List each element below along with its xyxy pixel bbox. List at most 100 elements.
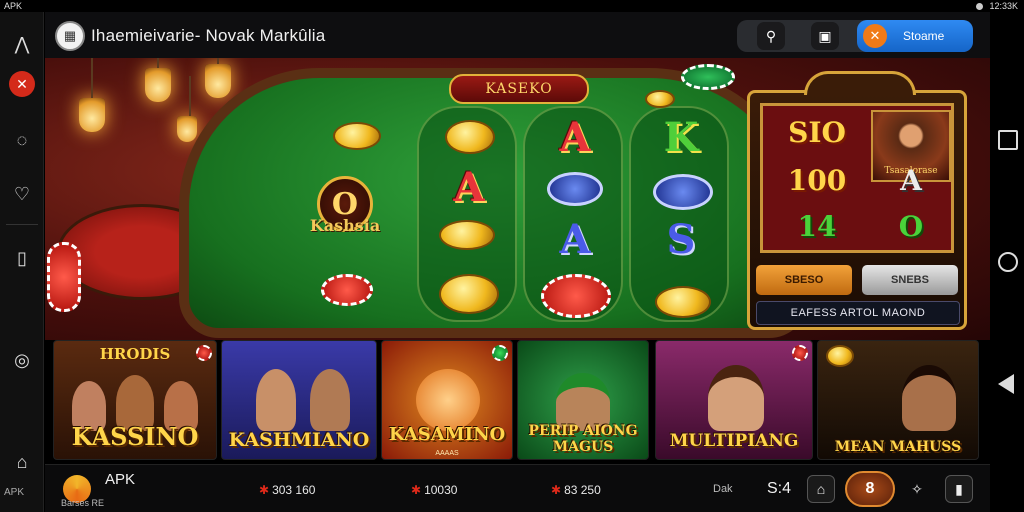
casino-logo-word: Kashsia (309, 216, 381, 235)
grid-icon[interactable]: ▣ (811, 22, 839, 50)
navigation-icon[interactable]: ⋀ (6, 28, 38, 60)
bottom-bar: APK Barses RE ✱ 303 160 ✱ 10030 ✱ 83 250 Da… (45, 464, 990, 512)
reel-column: A A (523, 106, 623, 322)
status-time: 12:33K (989, 1, 1018, 11)
heart-icon[interactable]: ♡ (6, 178, 38, 210)
coin-icon (439, 274, 499, 314)
app-window: ▦ Ihaemieivarie- Novak Markûlia ⚲ ▣ ✕ St… (45, 12, 990, 512)
battery-icon (976, 2, 984, 10)
left-rail: ⋀ ✕ ◌ ♡ ▯ ◎ ⌂ APK (0, 12, 44, 512)
casino-logo: O Kashsia (295, 176, 395, 250)
star-icon: ✱ (411, 483, 422, 497)
rail-apk-label: APK (4, 487, 25, 498)
slot-window: SIO Tsasalorase 100 A 14 O (760, 103, 954, 253)
chip-icon (792, 345, 808, 361)
gift-icon: ✕ (863, 24, 887, 48)
chip-icon (492, 345, 508, 361)
primary-action-button[interactable]: ✕ Stoame (857, 20, 973, 52)
chip-icon (196, 345, 212, 361)
game-card[interactable]: MEAN MAHUSS (817, 340, 979, 460)
game-card-title: PERIP AIONG MAGUS (528, 423, 638, 455)
primary-action-label: Stoame (903, 29, 945, 43)
search-icon[interactable]: ⚲ (757, 22, 785, 50)
chip-icon (541, 274, 611, 318)
reel-symbol: A (453, 164, 485, 211)
record-button[interactable]: ✕ (6, 68, 38, 100)
red-chip-icon (321, 274, 373, 306)
stat-value: 83 250 (564, 483, 601, 497)
header-actions: ⚲ ▣ ✕ Stoame (737, 20, 973, 52)
stat-item: ✱ 303 160 (259, 483, 315, 497)
reel-symbol: A (559, 114, 591, 161)
lamp-icon (205, 58, 231, 98)
stat-value: 303 160 (272, 483, 316, 497)
brand-subtitle: Barses RE (61, 498, 105, 508)
profile-icon[interactable]: ▮ (945, 475, 973, 503)
cheese-icon (439, 220, 495, 250)
star-icon: ✱ (551, 483, 562, 497)
stat-item: ✱ 10030 (411, 483, 457, 497)
chip-stack (47, 242, 81, 312)
slot-cell: O (898, 210, 924, 243)
coin-icon (655, 286, 711, 318)
status-icons: 12:33K (976, 0, 1018, 12)
gift-icon[interactable]: ✧ (903, 475, 931, 503)
home-circle-icon[interactable] (998, 252, 1018, 272)
game-card[interactable]: MULTIPIANG (655, 340, 813, 460)
game-card-top-title: HRODIS (99, 345, 171, 363)
rotate-icon[interactable]: ◎ (6, 344, 38, 376)
coin-icon (445, 120, 495, 154)
slot-machine-panel[interactable]: SIO Tsasalorase 100 A 14 O SBESO SNEBS E… (747, 71, 967, 330)
reel-column: A (417, 106, 517, 322)
main-game-button[interactable]: 8 (845, 471, 895, 507)
star-icon: ✱ (259, 483, 270, 497)
rail-divider (6, 224, 38, 225)
status-bar: APK 12:33K (0, 0, 1024, 12)
eye-icon (547, 172, 603, 206)
person-avatar (902, 365, 956, 431)
casino-hero-banner[interactable]: KASEKO O Kashsia A A A K S SIO Tsasalora… (45, 58, 990, 340)
game-card-title: MEAN MAHUSS (834, 439, 962, 455)
coin-icon (645, 90, 675, 108)
stat-value: 10030 (424, 483, 458, 497)
slot-cell: A (900, 164, 922, 197)
game-card-subtitle: AAAAS (435, 450, 459, 457)
share-icon[interactable]: ⌂ (807, 475, 835, 503)
game-card[interactable]: KASHMIANO (221, 340, 377, 460)
game-card-title: KASHMIANO (228, 429, 370, 451)
coin-icon (333, 122, 381, 150)
system-navigation (990, 12, 1024, 512)
lamp-icon (79, 58, 105, 132)
status-bar-label: APK (4, 1, 23, 11)
game-card[interactable]: PERIP AIONG MAGUS (517, 340, 649, 460)
slot-cell: 14 (797, 210, 837, 243)
record-icon: ✕ (9, 71, 35, 97)
reel-symbol: K (663, 114, 699, 161)
bet-button[interactable]: SNEBS (862, 265, 958, 295)
game-card[interactable]: HRODIS KASSINO (53, 340, 217, 460)
game-card-title: KASSINO (71, 422, 199, 451)
slot-footer-banner: EAFESS ARTOL MAOND (756, 301, 960, 325)
green-chip-icon (681, 64, 735, 90)
screenshot-icon[interactable]: ▯ (6, 242, 38, 274)
recents-icon[interactable] (998, 130, 1018, 150)
spin-button[interactable]: SBESO (756, 265, 852, 295)
stat-item: ✱ 83 250 (551, 483, 601, 497)
game-card-title: KASAMINO (388, 424, 506, 445)
app-header: ▦ Ihaemieivarie- Novak Markûlia ⚲ ▣ ✕ St… (45, 12, 990, 58)
person-avatar (256, 369, 296, 431)
person-avatar (310, 369, 350, 431)
brand-name: APK (105, 471, 136, 488)
tiger-mascot-icon (416, 369, 480, 431)
home-icon[interactable]: ⌂ (6, 446, 38, 478)
game-card-title: MULTIPIANG (669, 431, 799, 451)
app-logo[interactable]: ▦ (55, 21, 85, 51)
user-label: Dak (713, 483, 733, 495)
blue-chip-icon (653, 174, 713, 210)
back-icon[interactable] (998, 374, 1014, 394)
game-card[interactable]: KASAMINO AAAAS (381, 340, 513, 460)
reel-column: K S (629, 106, 729, 322)
clock-readout: S:4 (767, 480, 792, 497)
app-title: Ihaemieivarie- Novak Markûlia (91, 26, 326, 45)
chat-icon[interactable]: ◌ (6, 124, 38, 156)
